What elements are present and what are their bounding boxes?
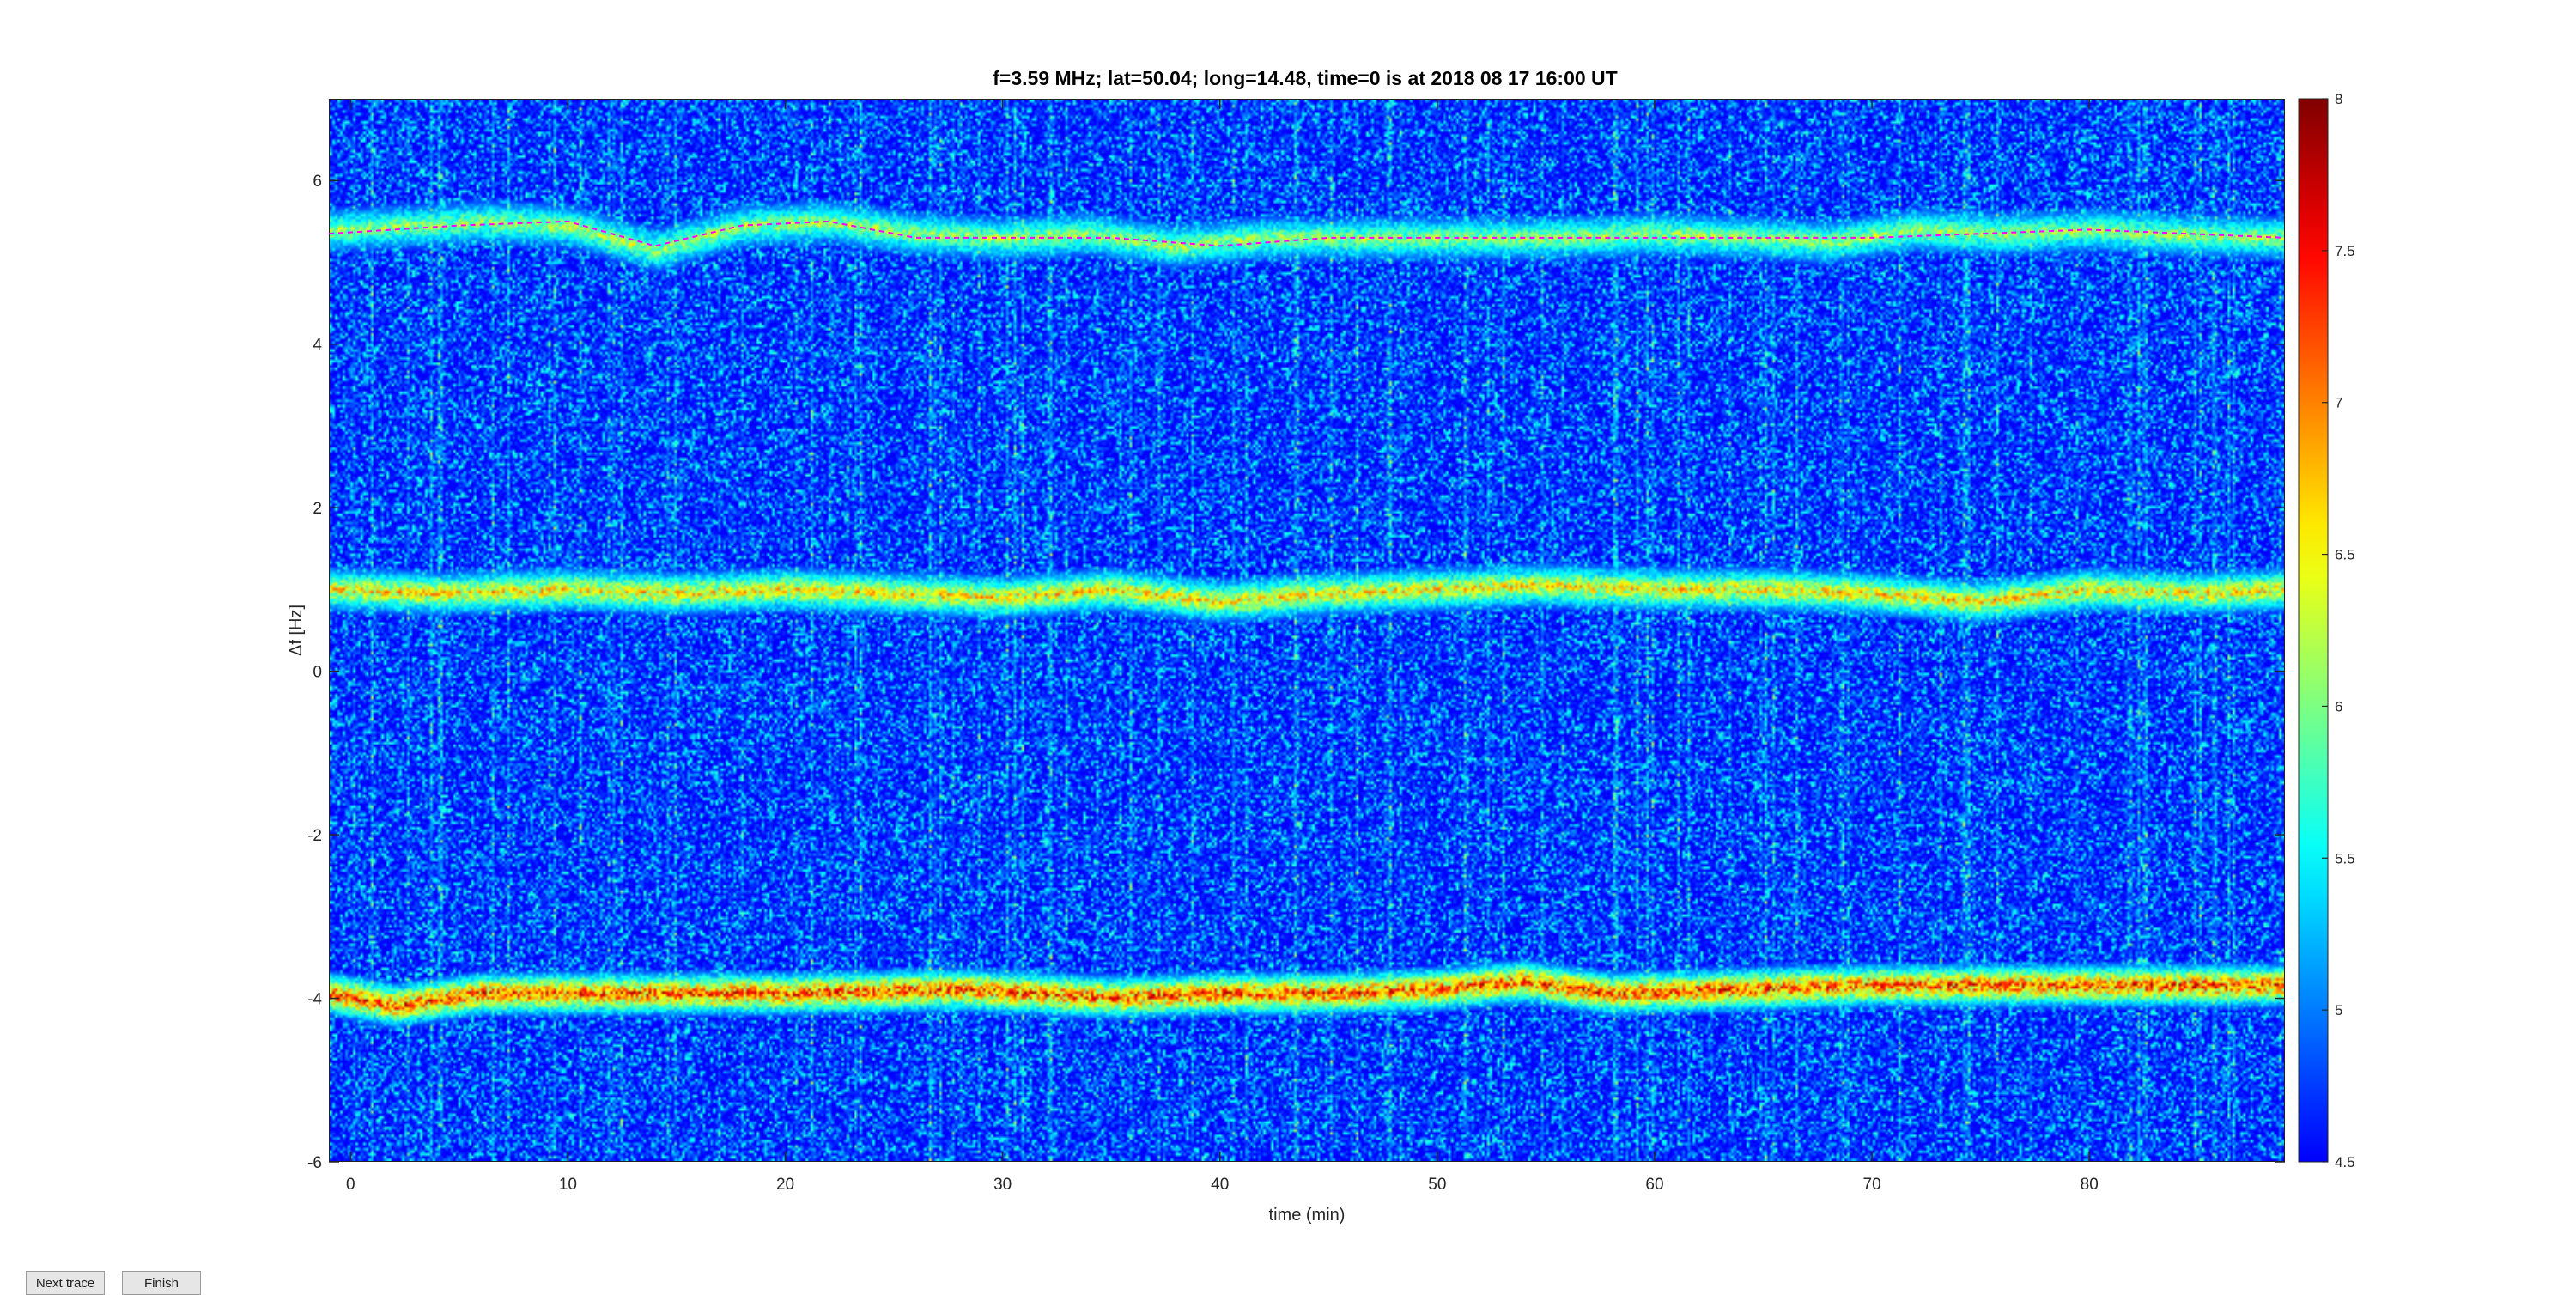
- colorbar-tick-label: 6.5: [2335, 547, 2355, 563]
- colorbar-tick-label: 5: [2335, 1002, 2342, 1018]
- colorbar-tick-label: 7: [2335, 395, 2342, 411]
- x-tick-label: 0: [346, 1176, 355, 1194]
- y-tick-label: 4: [313, 337, 322, 355]
- spectrogram-heatmap: [330, 100, 2284, 1161]
- next-trace-button[interactable]: Next trace: [26, 1271, 105, 1295]
- x-tick-label: 60: [1645, 1176, 1663, 1194]
- x-tick-label: 40: [1211, 1176, 1229, 1194]
- colorbar-tick-label: 8: [2335, 91, 2342, 107]
- y-tick-label: -2: [307, 827, 322, 845]
- x-tick-label: 20: [776, 1176, 794, 1194]
- y-tick-label: 6: [313, 173, 322, 191]
- finish-button[interactable]: Finish: [122, 1271, 201, 1295]
- y-axis-label: Δf [Hz]: [287, 605, 306, 656]
- colorbar-tick-label: 5.5: [2335, 850, 2355, 866]
- y-tick-label: -6: [307, 1154, 322, 1172]
- y-tick-label: 2: [313, 500, 322, 518]
- colorbar: [2298, 98, 2329, 1163]
- y-tick-label: 0: [313, 664, 322, 682]
- x-tick-label: 70: [1863, 1176, 1881, 1194]
- x-tick-label: 10: [559, 1176, 577, 1194]
- colorbar-tick-label: 6: [2335, 698, 2342, 714]
- chart-title: f=3.59 MHz; lat=50.04; long=14.48, time=…: [993, 67, 1618, 89]
- x-axis-label: time (min): [1269, 1206, 1346, 1225]
- colorbar-tick-label: 7.5: [2335, 243, 2355, 259]
- spectrogram-plot-area: [329, 99, 2285, 1162]
- x-tick-label: 30: [993, 1176, 1012, 1194]
- colorbar-tick-label: 4.5: [2335, 1154, 2355, 1170]
- figure: f=3.59 MHz; lat=50.04; long=14.48, time=…: [0, 0, 2576, 1292]
- x-tick-label: 80: [2081, 1176, 2099, 1194]
- y-tick-label: -4: [307, 991, 322, 1009]
- x-tick-label: 50: [1428, 1176, 1446, 1194]
